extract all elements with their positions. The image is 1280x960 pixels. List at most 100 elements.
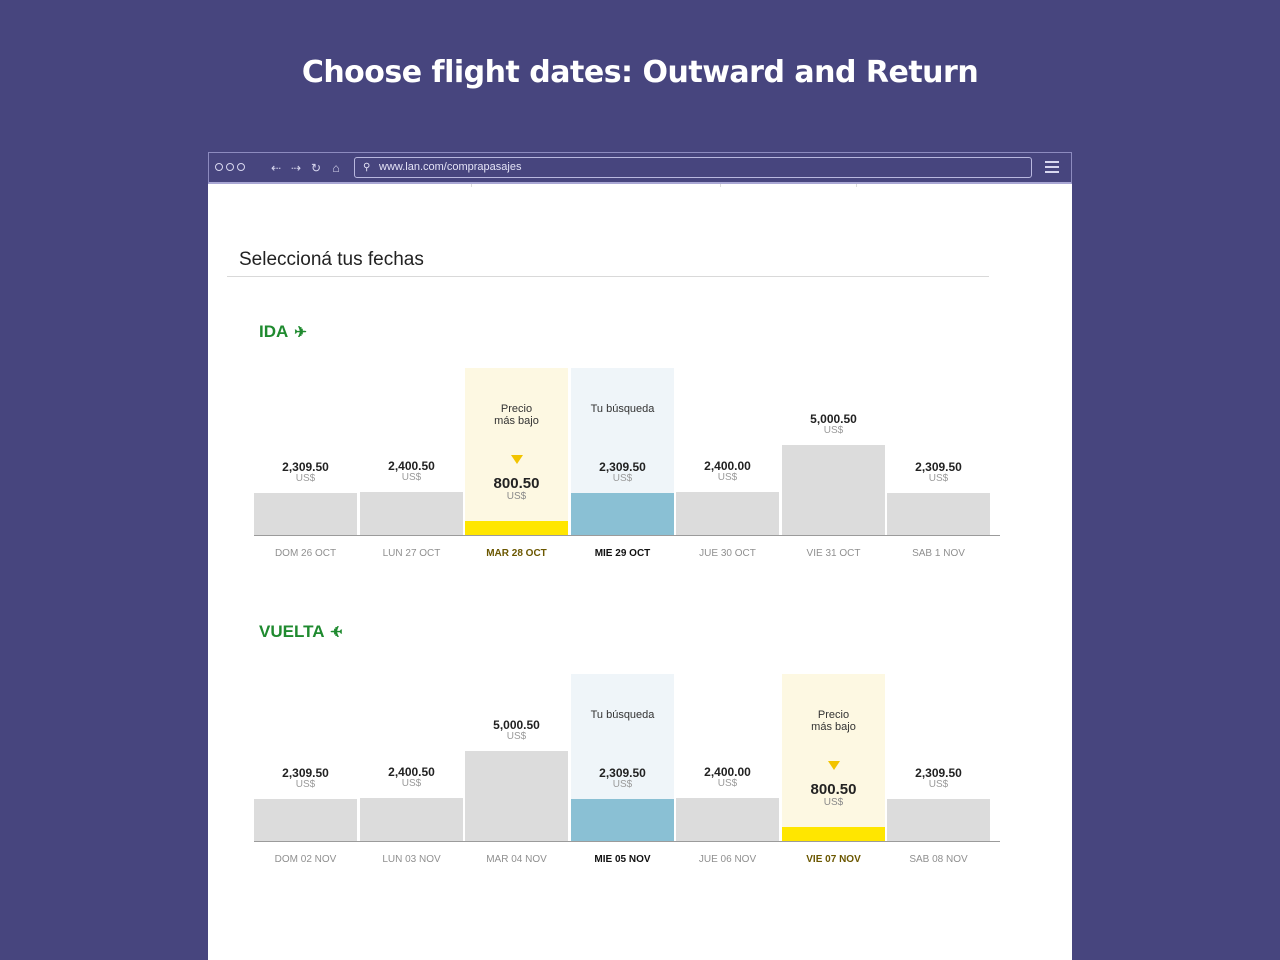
day-column[interactable]: 2,400.50 US$	[360, 674, 463, 841]
plane-right-icon: ✈	[294, 324, 307, 341]
price-bar[interactable]	[465, 521, 568, 535]
menu-icon[interactable]	[1045, 161, 1059, 176]
price-chart-vuelta: 2,309.50 US$ DOM 02 NOV 2,400.50 US$ LUN 03 N…	[254, 674, 1000, 870]
price-bar[interactable]	[887, 799, 990, 841]
currency-label: US$	[401, 472, 422, 483]
lowest-price-highlight	[782, 674, 885, 841]
price-label: 5,000.50	[493, 718, 540, 732]
price-bar[interactable]	[360, 798, 463, 841]
price-bar[interactable]	[254, 799, 357, 841]
price-chart-ida: 2,309.50 US$ DOM 26 OCT 2,400.50 US$ LUN 27 O…	[254, 368, 1000, 564]
date-label[interactable]: DOM 02 NOV	[254, 854, 357, 865]
date-label[interactable]: LUN 03 NOV	[360, 854, 463, 865]
chart-baseline	[254, 841, 1000, 842]
url-bar[interactable]: ⚲ www.lan.com/comprapasajes	[354, 157, 1032, 178]
currency-label: US$	[823, 425, 844, 436]
lowest-price-caption: Precio más bajo	[811, 709, 856, 733]
price-bar[interactable]	[571, 493, 674, 535]
date-label[interactable]: MAR 04 NOV	[465, 854, 568, 865]
price-bar[interactable]	[887, 493, 990, 535]
section-divider	[227, 276, 989, 277]
price-label: 800.50	[493, 475, 540, 492]
price-bar[interactable]	[782, 445, 885, 535]
date-label[interactable]: VIE 31 OCT	[782, 548, 885, 559]
date-label[interactable]: JUE 30 OCT	[676, 548, 779, 559]
day-column[interactable]: 2,400.50 US$	[360, 368, 463, 535]
currency-label: US$	[401, 778, 422, 789]
lowest-price-highlight	[465, 368, 568, 535]
currency-label: US$	[295, 473, 316, 484]
back-icon[interactable]: ⇠	[269, 160, 283, 176]
browser-toolbar: ⇠ ⇢ ↻ ⌂ ⚲ www.lan.com/comprapasajes	[208, 152, 1072, 184]
price-bar[interactable]	[360, 492, 463, 535]
price-label: 2,309.50	[915, 766, 962, 780]
search-caption: Tu búsqueda	[590, 709, 655, 721]
price-label: 2,309.50	[282, 766, 329, 780]
date-label[interactable]: LUN 27 OCT	[360, 548, 463, 559]
day-column[interactable]: Precio más bajo 800.50 US$	[465, 368, 568, 535]
day-column[interactable]: 2,309.50 US$	[887, 674, 990, 841]
currency-label: US$	[717, 778, 738, 789]
price-label: 2,400.00	[704, 765, 751, 779]
date-label[interactable]: MAR 28 OCT	[465, 548, 568, 559]
day-column[interactable]: 2,309.50 US$	[254, 674, 357, 841]
leg-label-ida: IDA ✈	[259, 322, 307, 341]
currency-label: US$	[928, 473, 949, 484]
date-label[interactable]: SAB 08 NOV	[887, 854, 990, 865]
day-column[interactable]: Tu búsqueda 2,309.50 US$	[571, 674, 674, 841]
chart-baseline	[254, 535, 1000, 536]
leg-label-vuelta: VUELTA ✈	[259, 622, 344, 641]
price-bar[interactable]	[465, 751, 568, 841]
price-bar[interactable]	[676, 492, 779, 535]
day-column[interactable]: 2,400.00 US$	[676, 674, 779, 841]
day-column[interactable]: 2,309.50 US$	[254, 368, 357, 535]
search-icon: ⚲	[363, 162, 371, 173]
day-column[interactable]: Precio más bajo 800.50 US$	[782, 674, 885, 841]
search-caption: Tu búsqueda	[590, 403, 655, 415]
section-title: Seleccioná tus fechas	[239, 249, 424, 270]
date-label[interactable]: DOM 26 OCT	[254, 548, 357, 559]
currency-label: US$	[823, 797, 844, 808]
day-column[interactable]: 5,000.50 US$	[465, 674, 568, 841]
price-label: 2,309.50	[599, 460, 646, 474]
price-label: 2,309.50	[599, 766, 646, 780]
price-bar[interactable]	[782, 827, 885, 841]
home-icon[interactable]: ⌂	[329, 160, 343, 176]
day-column[interactable]: 5,000.50 US$	[782, 368, 885, 535]
plane-left-icon: ✈	[330, 624, 344, 641]
forward-icon[interactable]: ⇢	[289, 160, 303, 176]
price-bar[interactable]	[571, 799, 674, 841]
currency-label: US$	[612, 779, 633, 790]
price-bar[interactable]	[254, 493, 357, 535]
date-label[interactable]: VIE 07 NOV	[782, 854, 885, 865]
price-label: 2,400.50	[388, 765, 435, 779]
date-label[interactable]: MIE 29 OCT	[571, 548, 674, 559]
browser-window: ⇠ ⇢ ↻ ⌂ ⚲ www.lan.com/comprapasajes Sele…	[208, 152, 1072, 960]
price-label: 800.50	[810, 781, 857, 798]
date-label[interactable]: JUE 06 NOV	[676, 854, 779, 865]
date-label[interactable]: SAB 1 NOV	[887, 548, 990, 559]
price-label: 2,400.00	[704, 459, 751, 473]
day-column[interactable]: Tu búsqueda 2,309.50 US$	[571, 368, 674, 535]
lowest-price-caption: Precio más bajo	[494, 403, 539, 427]
page-heading: Choose flight dates: Outward and Return	[301, 55, 979, 90]
price-label: 5,000.50	[810, 412, 857, 426]
reload-icon[interactable]: ↻	[309, 160, 323, 176]
down-arrow-icon	[511, 455, 523, 464]
currency-label: US$	[928, 779, 949, 790]
price-label: 2,309.50	[915, 460, 962, 474]
price-label: 2,309.50	[282, 460, 329, 474]
currency-label: US$	[717, 472, 738, 483]
down-arrow-icon	[828, 761, 840, 770]
day-column[interactable]: 2,309.50 US$	[887, 368, 990, 535]
price-label: 2,400.50	[388, 459, 435, 473]
currency-label: US$	[506, 731, 527, 742]
date-label[interactable]: MIE 05 NOV	[571, 854, 674, 865]
window-dots-icon[interactable]	[215, 163, 245, 171]
currency-label: US$	[295, 779, 316, 790]
currency-label: US$	[506, 491, 527, 502]
price-bar[interactable]	[676, 798, 779, 841]
currency-label: US$	[612, 473, 633, 484]
url-text: www.lan.com/comprapasajes	[379, 161, 522, 173]
day-column[interactable]: 2,400.00 US$	[676, 368, 779, 535]
